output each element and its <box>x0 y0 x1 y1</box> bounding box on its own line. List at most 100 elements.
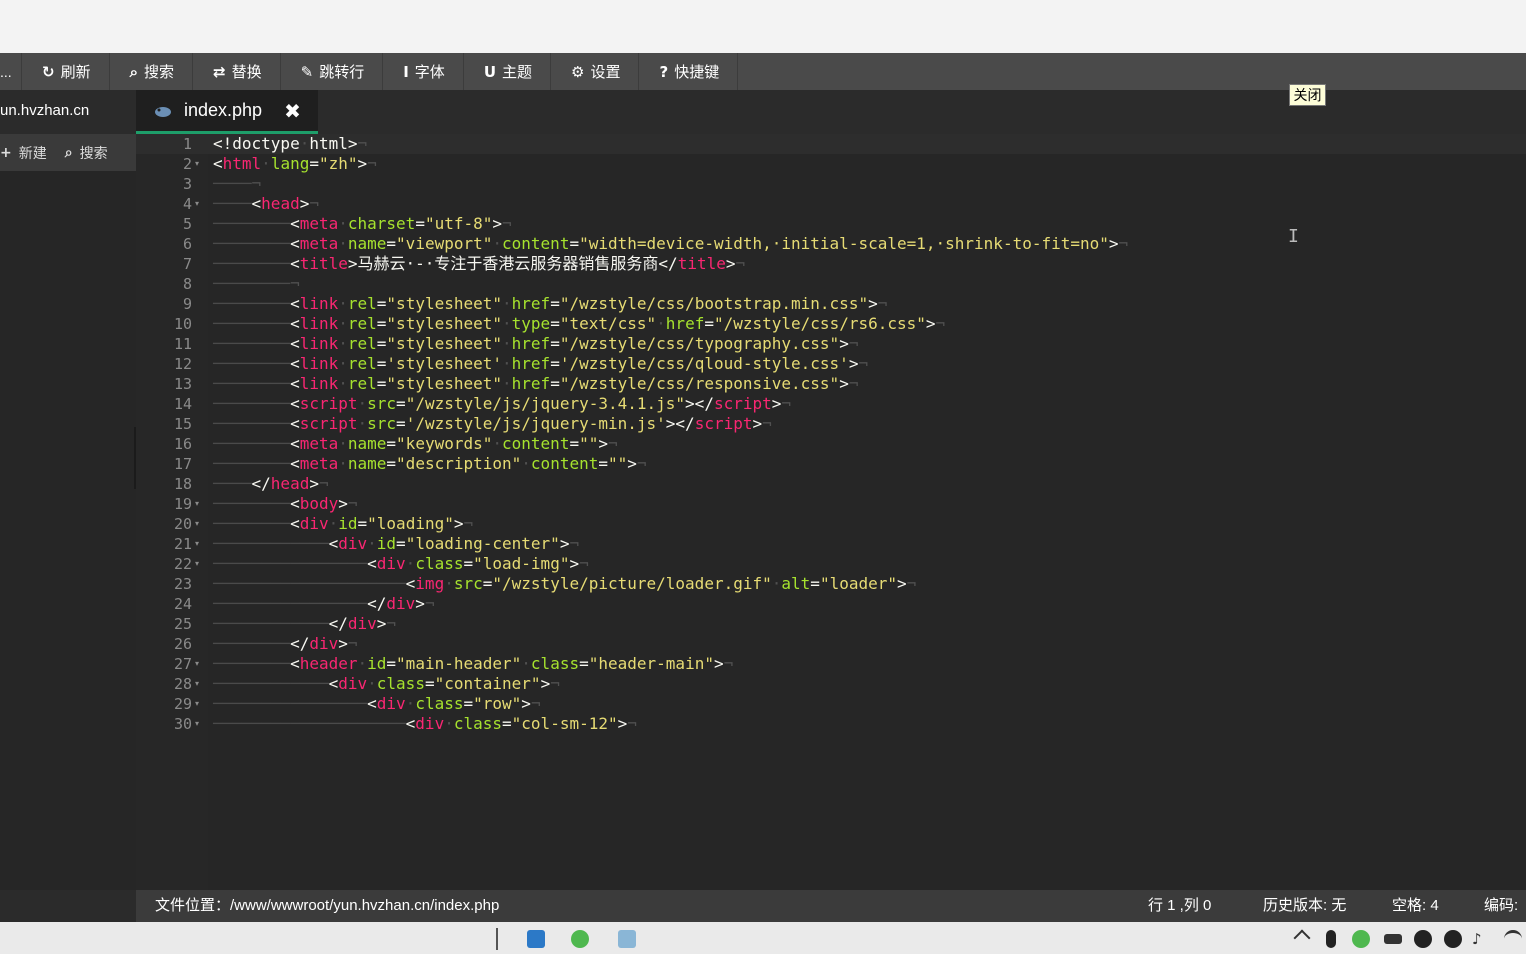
code-line[interactable]: ────────</div>¬ <box>213 634 358 654</box>
cursor-position-status[interactable]: 行 1 ,列 0 <box>1148 890 1211 922</box>
toolbar-button-pin[interactable]: ✎ 跳转行 <box>281 53 384 90</box>
close-tab-icon[interactable]: ✖ <box>284 99 301 123</box>
code-line[interactable]: ────────<meta·name="keywords"·content=""… <box>213 434 618 454</box>
wifi-icon[interactable] <box>1504 930 1522 948</box>
fold-arrow-icon[interactable]: ▾ <box>195 154 203 174</box>
code-line[interactable]: ────────<script·src="/wzstyle/js/jquery-… <box>213 394 791 414</box>
code-line[interactable]: ────────<link·rel="stylesheet"·href="/wz… <box>213 334 858 354</box>
toolbar-button-label: 替换 <box>231 64 262 81</box>
new-file-button[interactable]: + 新建 <box>0 143 47 163</box>
code-line[interactable]: ────────<header·id="main-header"·class="… <box>213 654 733 674</box>
code-token: · <box>357 414 368 433</box>
line-number: 13 <box>173 375 192 393</box>
toolbar-button-question[interactable]: ? 快捷键 <box>639 53 739 90</box>
code-token: < <box>405 574 416 593</box>
code-line[interactable]: ────────────────</div>¬ <box>213 594 435 614</box>
code-line[interactable]: <!doctype·html>¬ <box>213 134 367 154</box>
code-line[interactable]: ────────<body>¬ <box>213 494 358 514</box>
code-line[interactable]: ────────────<div·id="loading-center">¬ <box>213 534 579 554</box>
toolbar-button-search[interactable]: ⌕ 搜索 <box>110 53 194 90</box>
php-elephant-icon <box>154 104 172 118</box>
history-status[interactable]: 历史版本: 无 <box>1263 890 1346 922</box>
code-line[interactable]: ────────<script·src='/wzstyle/js/jquery-… <box>213 414 772 434</box>
code-line[interactable]: ────────<link·rel="stylesheet"·href="/wz… <box>213 374 858 394</box>
battery-icon[interactable] <box>1384 934 1402 944</box>
qq-icon[interactable] <box>1414 930 1432 948</box>
code-token: "description" <box>396 454 522 473</box>
toolbar-button-magnet[interactable]: U 主题 <box>464 53 552 90</box>
code-token: = <box>309 154 319 173</box>
line-number: 3 <box>182 175 192 193</box>
code-line[interactable]: ────────<link·rel='stylesheet'·href='/wz… <box>213 354 868 374</box>
code-token: "zh" <box>318 154 358 173</box>
code-line[interactable]: ────────────────────<div·class="col-sm-1… <box>213 714 637 734</box>
line-number: 15 <box>173 415 192 433</box>
fold-arrow-icon[interactable]: ▾ <box>195 534 203 554</box>
code-token: < <box>290 434 300 453</box>
code-token: src <box>367 414 397 433</box>
microphone-icon[interactable] <box>1326 930 1336 948</box>
eol-marker: ¬ <box>877 294 888 313</box>
code-line[interactable]: ────────<meta·name="description"·content… <box>213 454 647 474</box>
eol-marker: ¬ <box>251 174 262 193</box>
wechat-tray-icon[interactable] <box>1352 930 1370 948</box>
code-token: id <box>376 534 397 553</box>
line-number: 17 <box>173 455 192 473</box>
code-token: '/wzstyle/css/qloud-style.css' <box>559 354 849 373</box>
code-line[interactable]: ────────<title>马赫云·-·专注于香港云服务器销售服务商</tit… <box>213 254 745 274</box>
encoding-status[interactable]: 编码: <box>1484 890 1518 922</box>
code-line[interactable]: ────────────────<div·class="row">¬ <box>213 694 541 714</box>
code-token: "/wzstyle/css/responsive.css" <box>559 374 840 393</box>
file-path-value: /www/wwwroot/yun.hvzhan.cn/index.php <box>230 897 500 914</box>
fold-arrow-icon[interactable]: ▾ <box>195 714 203 734</box>
sidebar-search-button[interactable]: ⌕ 搜索 <box>65 143 108 163</box>
eol-marker: ¬ <box>906 574 917 593</box>
fold-arrow-icon[interactable]: ▾ <box>195 194 203 214</box>
code-token: meta <box>299 234 339 253</box>
code-line[interactable]: ────────────────────<img·src="/wzstyle/p… <box>213 574 916 594</box>
taskbar-window-icon[interactable] <box>618 930 636 948</box>
site-name[interactable]: un.hvzhan.cn <box>0 90 136 134</box>
code-token: < <box>328 674 339 693</box>
indent-guide: ──────── <box>213 274 291 293</box>
code-line[interactable]: ────────────</div>¬ <box>213 614 396 634</box>
qq-tray-icon[interactable] <box>1444 930 1462 948</box>
eol-marker: ¬ <box>608 434 618 453</box>
code-line[interactable]: ────────<link·rel="stylesheet"·href="/wz… <box>213 294 887 314</box>
line-number: 5 <box>182 215 192 233</box>
code-token: "loading" <box>367 514 454 533</box>
wechat-icon[interactable] <box>571 930 589 948</box>
taskbar-app-icon[interactable] <box>527 930 545 948</box>
code-line[interactable]: ────</head>¬ <box>213 474 329 494</box>
code-line[interactable]: ────<head>¬ <box>213 194 319 214</box>
tab-index-php[interactable]: index.php ✖ <box>136 90 318 134</box>
code-line[interactable]: <html·lang="zh">¬ <box>213 154 377 174</box>
code-token: class <box>453 714 503 733</box>
fold-arrow-icon[interactable]: ▾ <box>195 494 203 514</box>
code-line[interactable]: ────────<link·rel="stylesheet"·type="tex… <box>213 314 945 334</box>
tray-expand-icon[interactable] <box>1293 929 1311 947</box>
code-line[interactable]: ────────<meta·name="viewport"·content="w… <box>213 234 1128 254</box>
fold-arrow-icon[interactable]: ▾ <box>195 514 203 534</box>
code-line[interactable]: ────────────<div·class="container">¬ <box>213 674 560 694</box>
fold-arrow-icon[interactable]: ▾ <box>195 694 203 714</box>
spaces-status[interactable]: 空格: 4 <box>1392 890 1439 922</box>
toolbar-truncated-item[interactable]: ... <box>0 53 22 90</box>
toolbar-button-gear[interactable]: ⚙ 设置 <box>551 53 640 90</box>
code-line[interactable]: ────¬ <box>213 174 261 194</box>
volume-icon[interactable]: ♪ <box>1472 930 1490 948</box>
code-line[interactable]: ────────<meta·charset="utf-8">¬ <box>213 214 512 234</box>
toolbar-button-font[interactable]: I 字体 <box>383 53 464 90</box>
toolbar-button-replace[interactable]: ⇄ 替换 <box>193 53 281 90</box>
code-line[interactable]: ────────¬ <box>213 274 300 294</box>
code-token: < <box>405 714 416 733</box>
code-token: "container" <box>434 674 541 693</box>
code-line[interactable]: ────────────────<div·class="load-img">¬ <box>213 554 589 574</box>
code-token: "keywords" <box>396 434 493 453</box>
fold-arrow-icon[interactable]: ▾ <box>195 674 203 694</box>
toolbar-button-refresh[interactable]: ↻ 刷新 <box>22 53 110 90</box>
code-line[interactable]: ────────<div·id="loading">¬ <box>213 514 473 534</box>
fold-arrow-icon[interactable]: ▾ <box>195 654 203 674</box>
fold-arrow-icon[interactable]: ▾ <box>195 554 203 574</box>
code-token: = <box>482 574 493 593</box>
